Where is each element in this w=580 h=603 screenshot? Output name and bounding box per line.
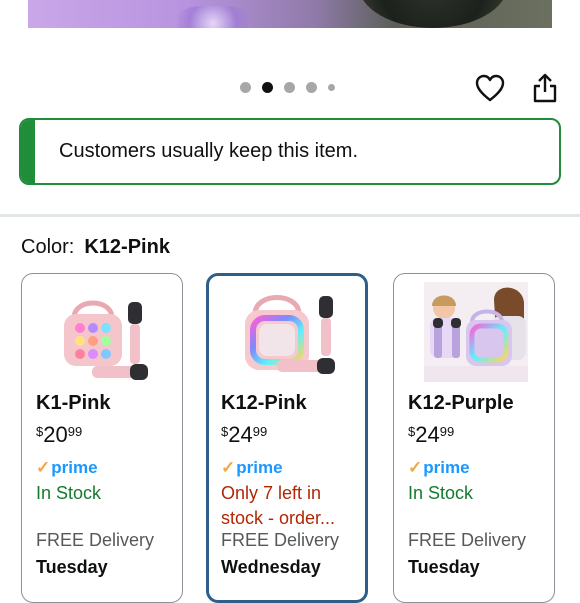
share-icon[interactable] [530,72,560,104]
selected-color-value: K12-Pink [84,236,170,258]
notice-text: Customers usually keep this item. [59,140,359,162]
customers-keep-notice: Customers usually keep this item. [19,118,561,185]
prime-badge: ✓prime [408,458,470,477]
pagination-dot[interactable] [328,84,335,91]
option-price: $2499 [408,422,455,447]
color-selector-heading: Color: K12-Pink [21,236,170,259]
prime-badge: ✓prime [36,458,98,477]
option-name: K1-Pink [36,392,111,414]
stock-status: In Stock [408,483,474,503]
stock-status: Only 7 left in stock - order... [221,483,336,528]
product-thumbnail [237,284,345,384]
delivery-day: Tuesday [36,557,108,577]
delivery-day: Wednesday [221,557,321,577]
prime-badge: ✓prime [221,458,283,477]
record-graphic [358,0,508,28]
delivery-label: FREE Delivery [408,530,527,550]
image-pagination[interactable] [240,82,335,93]
prime-check-icon: ✓ [221,458,236,477]
option-name: K12-Purple [408,392,514,414]
color-option-k12-purple[interactable]: K12-Purple $2499 ✓prime In Stock FREE De… [393,273,555,603]
delivery-day: Tuesday [408,557,480,577]
speaker-glow [178,6,248,28]
pagination-dot[interactable] [240,82,251,93]
section-divider [0,214,580,217]
option-price: $2499 [221,422,268,447]
pagination-dot[interactable] [284,82,295,93]
color-option-k1-pink[interactable]: K1-Pink $2099 ✓prime In Stock FREE Deliv… [21,273,183,603]
color-label: Color: [21,236,75,258]
delivery-label: FREE Delivery [221,530,340,550]
color-option-k12-pink[interactable]: K12-Pink $2499 ✓prime Only 7 left in sto… [206,273,368,603]
pagination-dot-active[interactable] [262,82,273,93]
option-name: K12-Pink [221,392,307,414]
stock-status: In Stock [36,483,102,503]
product-thumbnail [52,284,160,384]
option-price: $2099 [36,422,83,447]
heart-icon[interactable] [474,72,506,104]
prime-check-icon: ✓ [408,458,423,477]
delivery-label: FREE Delivery [36,530,155,550]
notice-accent-bar [21,120,35,183]
prime-check-icon: ✓ [36,458,51,477]
pagination-dot[interactable] [306,82,317,93]
product-thumbnail [424,282,528,382]
product-image[interactable] [28,0,552,28]
